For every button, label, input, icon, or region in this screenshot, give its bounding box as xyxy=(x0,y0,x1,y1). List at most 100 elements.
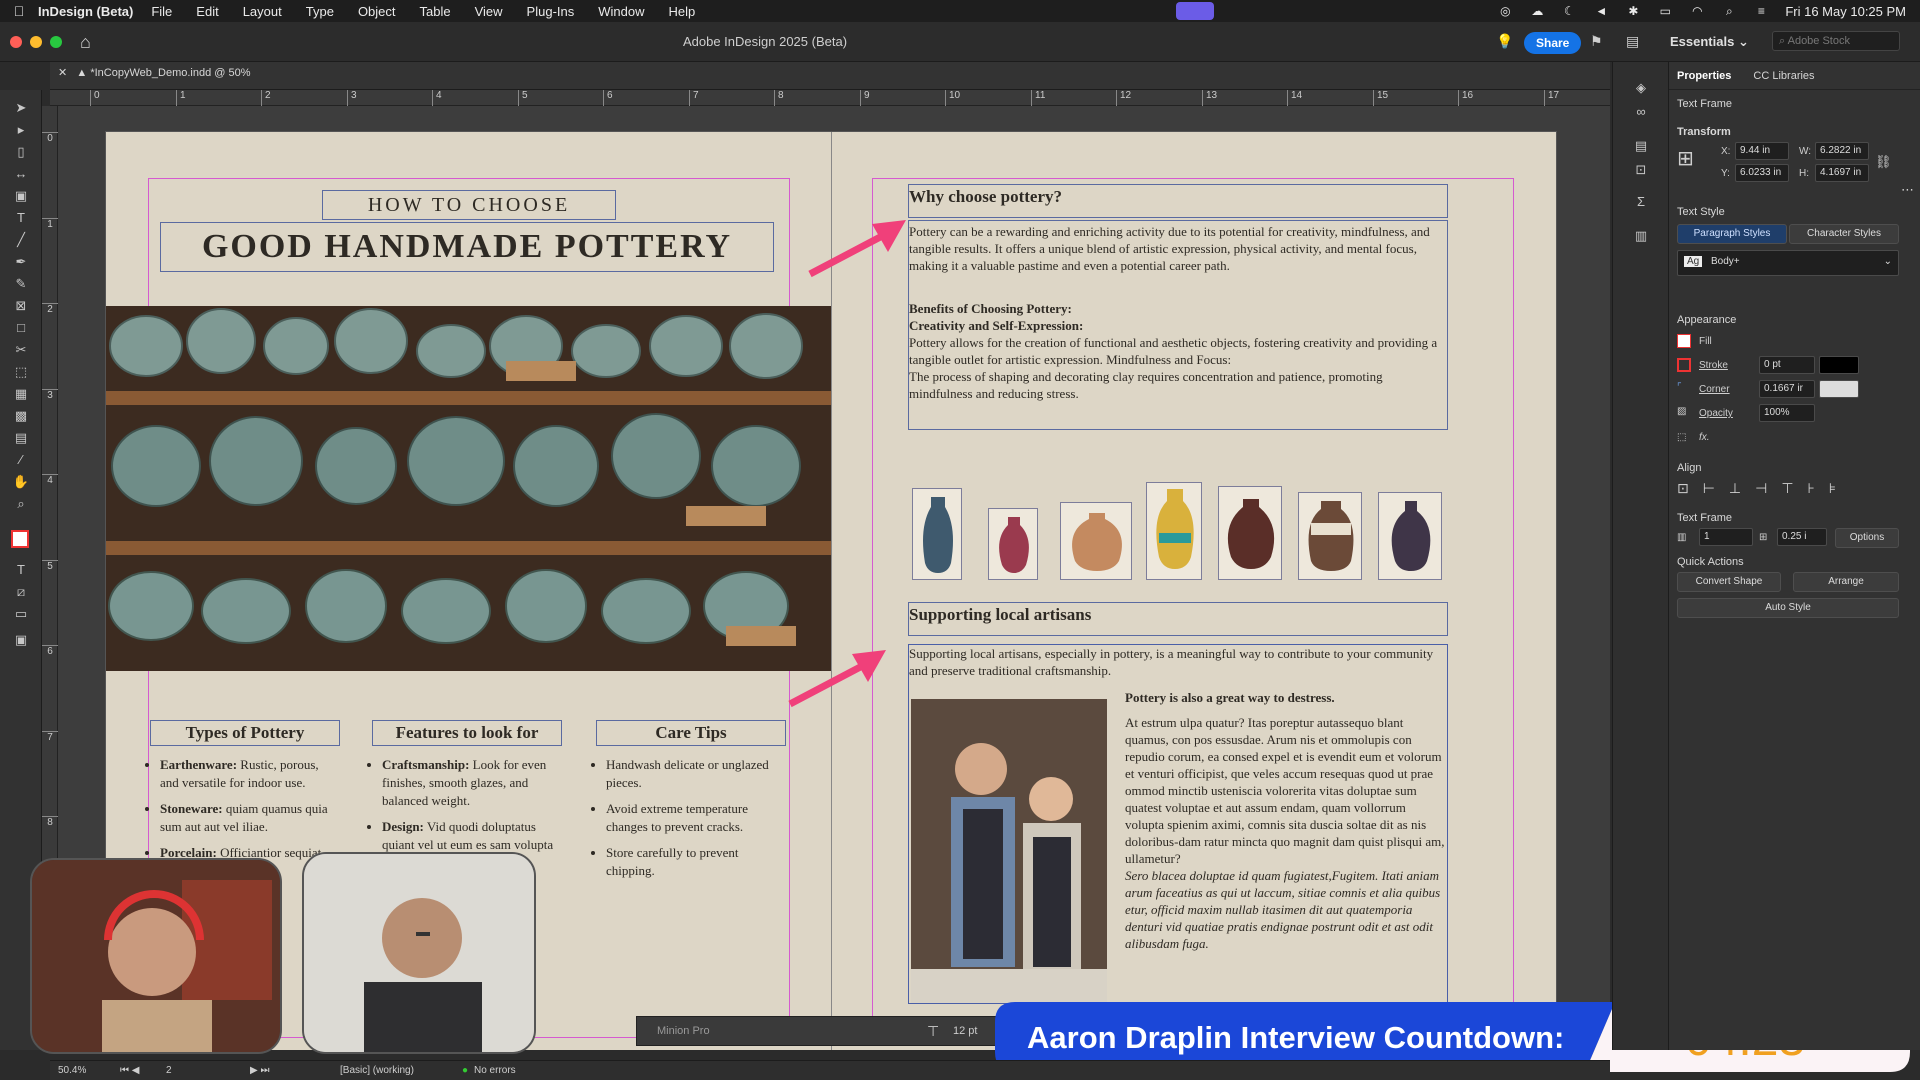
page-tool-icon[interactable]: ▯ xyxy=(11,142,31,162)
share-button[interactable]: Share xyxy=(1524,32,1582,54)
fill-stroke-swatch-icon[interactable] xyxy=(11,530,29,548)
vase-image[interactable] xyxy=(988,508,1038,580)
app-menu[interactable]: InDesign (Beta) xyxy=(38,4,133,19)
convert-shape-button[interactable]: Convert Shape xyxy=(1677,572,1781,592)
vase-image[interactable] xyxy=(1378,492,1442,580)
corner-icon[interactable]: ⌜ xyxy=(1677,382,1682,393)
screen-share-indicator-icon[interactable] xyxy=(1176,2,1214,20)
adobe-stock-search-input[interactable]: ⌕ Adobe Stock xyxy=(1772,31,1900,51)
vase-image[interactable] xyxy=(912,488,962,580)
preflight-profile[interactable]: [Basic] (working) xyxy=(340,1065,414,1076)
pottery-shelves-photo[interactable] xyxy=(106,306,831,671)
gradient-tool-icon[interactable]: ▦ xyxy=(11,384,31,404)
corner-radius-field[interactable]: 0.1667 ir xyxy=(1759,380,1815,398)
workspace-switcher[interactable]: Essentials ⌄ xyxy=(1670,34,1749,50)
section-heading-why[interactable]: Why choose pottery? xyxy=(908,184,1448,218)
hand-tool-icon[interactable]: ✋ xyxy=(11,472,31,492)
stroke-swatch-icon[interactable] xyxy=(1677,358,1691,372)
pen-tool-icon[interactable]: ✒ xyxy=(11,252,31,272)
apple-menu-icon[interactable]:  xyxy=(0,3,38,19)
column-heading-types[interactable]: Types of Pottery xyxy=(150,720,340,746)
wifi-icon[interactable]: ◠ xyxy=(1689,4,1705,18)
menu-help[interactable]: Help xyxy=(669,4,696,19)
page-next-icon[interactable]: ▶ ⏭ xyxy=(250,1065,269,1076)
stroke-weight-field[interactable]: 0 pt xyxy=(1759,356,1815,374)
bluetooth-icon[interactable]: ✱ xyxy=(1625,4,1641,18)
pencil-tool-icon[interactable]: ✎ xyxy=(11,274,31,294)
zoom-tool-icon[interactable]: ⌕ xyxy=(11,494,31,514)
fx-label[interactable]: fx. xyxy=(1699,432,1710,443)
stroke-type-dropdown[interactable] xyxy=(1819,356,1859,374)
spotlight-search-icon[interactable]: ⌕ xyxy=(1721,4,1737,18)
page-number-field[interactable]: 2 xyxy=(166,1065,172,1076)
paragraph-styles-tab[interactable]: Paragraph Styles xyxy=(1677,224,1787,244)
rectangle-tool-icon[interactable]: □ xyxy=(11,318,31,338)
gradient-feather-tool-icon[interactable]: ▩ xyxy=(11,406,31,426)
selection-tool-icon[interactable]: ➤ xyxy=(11,98,31,118)
rectangle-frame-tool-icon[interactable]: ⊠ xyxy=(11,296,31,316)
gap-tool-icon[interactable]: ↔ xyxy=(11,164,31,184)
artisans-text-frame-selected[interactable]: Supporting local artisans, especially in… xyxy=(908,644,1448,1004)
types-list[interactable]: Earthenware: Rustic, porous, and versati… xyxy=(150,756,340,870)
page-title[interactable]: GOOD HANDMADE POTTERY xyxy=(160,222,774,272)
comments-icon[interactable]: ▤ xyxy=(1626,33,1639,50)
free-transform-tool-icon[interactable]: ⬚ xyxy=(11,362,31,382)
pasteboard[interactable]: HOW TO CHOOSE GOOD HANDMADE POTTERY Type… xyxy=(58,106,1610,1050)
type-tool-icon[interactable]: T xyxy=(11,208,31,228)
document-tab[interactable]: ✕ ▲ *InCopyWeb_Demo.indd @ 50% xyxy=(58,66,251,79)
corner-label[interactable]: Corner xyxy=(1699,384,1730,395)
control-center-icon[interactable]: ≡ xyxy=(1753,4,1769,18)
menu-table[interactable]: Table xyxy=(420,4,451,19)
columns-field[interactable]: 1 xyxy=(1699,528,1753,546)
tab-properties[interactable]: Properties xyxy=(1677,70,1731,82)
notification-icon[interactable]: ⚑ xyxy=(1590,33,1603,50)
constrain-proportions-icon[interactable]: ⛓ xyxy=(1875,154,1892,170)
artisans-photo[interactable] xyxy=(911,699,1107,1003)
tab-cc-libraries[interactable]: CC Libraries xyxy=(1753,70,1814,82)
content-collector-icon[interactable]: ▣ xyxy=(11,186,31,206)
font-size-field[interactable]: 12 pt xyxy=(953,1025,977,1037)
preflight-status[interactable]: No errors xyxy=(474,1065,516,1076)
height-field[interactable]: 4.1697 in xyxy=(1815,164,1869,182)
page-navigation-icon[interactable]: ⏮ ◀ xyxy=(120,1065,139,1076)
align-buttons-icon[interactable]: ⊡⊢⊥⊣⊤⊦⊧ xyxy=(1677,480,1850,497)
horizontal-ruler[interactable]: 0 1 2 3 4 5 6 7 8 9 10 11 12 13 14 15 16… xyxy=(50,90,1610,106)
corner-shape-dropdown[interactable] xyxy=(1819,380,1859,398)
stroke-label[interactable]: Stroke xyxy=(1699,360,1728,371)
eyedropper-tool-icon[interactable]: ⁄ xyxy=(11,450,31,470)
menu-type[interactable]: Type xyxy=(306,4,334,19)
menu-file[interactable]: File xyxy=(151,4,172,19)
menu-layout[interactable]: Layout xyxy=(243,4,282,19)
glyphs-panel-icon[interactable]: Σ xyxy=(1631,192,1651,212)
more-options-icon[interactable]: ⋯ xyxy=(1901,182,1914,198)
vase-image[interactable] xyxy=(1060,502,1132,580)
arrange-button[interactable]: Arrange xyxy=(1793,572,1899,592)
menu-window[interactable]: Window xyxy=(598,4,644,19)
text-frame-options-button[interactable]: Options xyxy=(1835,528,1899,548)
lightbulb-icon[interactable]: 💡 xyxy=(1496,33,1513,50)
creative-cloud-icon[interactable]: ◎ xyxy=(1497,4,1513,18)
pages-panel-icon[interactable]: ▤ xyxy=(1631,136,1651,156)
effects-icon[interactable]: ⬚ xyxy=(1677,432,1686,443)
paragraph-style-dropdown[interactable]: Ag Body+ ⌄ xyxy=(1677,250,1899,276)
auto-style-button[interactable]: Auto Style xyxy=(1677,598,1899,618)
cloud-icon[interactable]: ☁ xyxy=(1529,4,1545,18)
menu-plugins[interactable]: Plug-Ins xyxy=(527,4,575,19)
vase-image[interactable] xyxy=(1146,482,1202,580)
formatting-container-icon[interactable]: T xyxy=(11,560,31,580)
cc-libraries-panel-icon[interactable]: ⊡ xyxy=(1631,160,1651,180)
layers-panel-icon[interactable]: ◈ xyxy=(1631,78,1651,98)
moon-icon[interactable]: ☾ xyxy=(1561,4,1577,18)
reference-point-icon[interactable]: ⊞ xyxy=(1677,146,1694,171)
gutter-field[interactable]: 0.25 i xyxy=(1777,528,1827,546)
vase-image[interactable] xyxy=(1218,486,1282,580)
width-field[interactable]: 6.2822 in xyxy=(1815,142,1869,160)
care-list[interactable]: Handwash delicate or unglazed pieces. Av… xyxy=(596,756,786,888)
apply-none-icon[interactable]: ⧄ xyxy=(11,582,31,602)
links-panel-icon[interactable]: ∞ xyxy=(1631,102,1651,122)
menu-edit[interactable]: Edit xyxy=(196,4,218,19)
menu-view[interactable]: View xyxy=(475,4,503,19)
x-position-field[interactable]: 9.44 in xyxy=(1735,142,1789,160)
fill-swatch-icon[interactable] xyxy=(1677,334,1691,348)
scissors-tool-icon[interactable]: ✂ xyxy=(11,340,31,360)
